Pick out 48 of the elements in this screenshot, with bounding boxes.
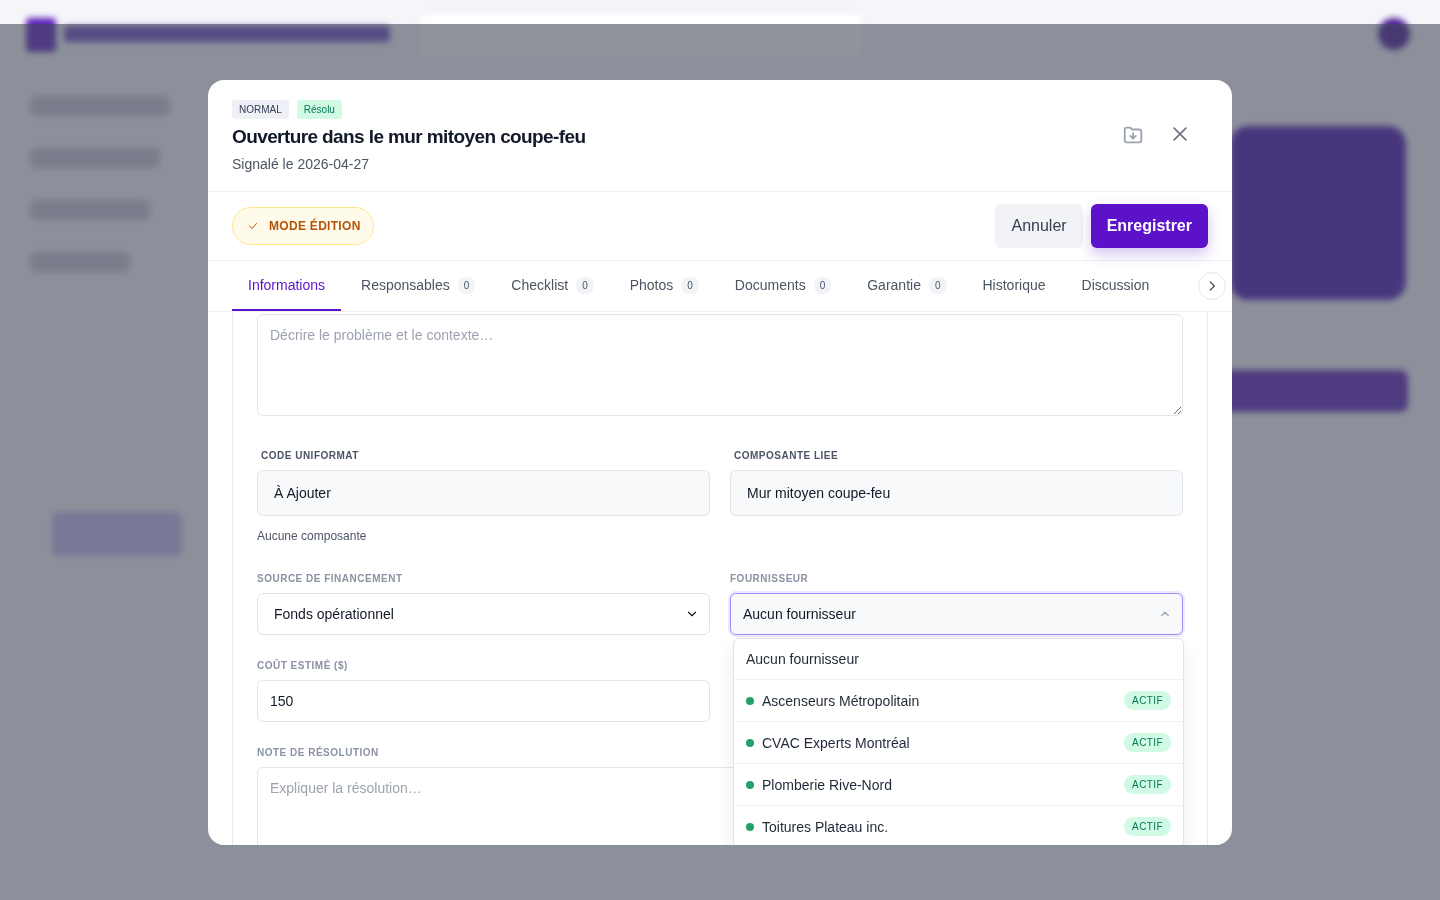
scroll-tabs-button[interactable] [1198, 272, 1226, 300]
tab[interactable]: Historique [966, 261, 1062, 311]
priority-badge: NORMAL [232, 100, 289, 119]
field-label: COMPOSANTE LIEE [734, 450, 839, 461]
dialog-title: Ouverture dans le mur mitoyen coupe-feu [232, 126, 586, 148]
status-badge: ACTIF [1124, 691, 1171, 710]
count-badge: 0 [928, 276, 947, 294]
count-badge: 0 [813, 276, 832, 294]
field-label: CODE UNIFORMAT [261, 450, 359, 461]
field-label: COÛT ESTIMÉ ($) [257, 660, 348, 671]
field-label: SOURCE DE FINANCEMENT [257, 573, 403, 584]
close-button[interactable] [1170, 124, 1190, 144]
cost-field[interactable]: 150 [257, 680, 710, 722]
folder-download-icon [1122, 124, 1144, 146]
tab[interactable]: Checklist 0 [495, 261, 610, 311]
component-field[interactable]: Mur mitoyen coupe-feu [730, 470, 1183, 516]
supplier-select[interactable]: Aucun fournisseur [730, 593, 1183, 635]
uniformat-field[interactable]: À Ajouter [257, 470, 710, 516]
status-badge: Résolu [296, 100, 342, 119]
tab[interactable]: Responsables 0 [345, 261, 492, 311]
cancel-button[interactable]: Annuler [995, 204, 1083, 248]
close-icon [1170, 124, 1190, 144]
status-badge: ACTIF [1124, 817, 1171, 836]
dropdown-option[interactable]: Plomberie Rive-Nord ACTIF [734, 763, 1183, 805]
count-badge: 0 [576, 276, 594, 294]
count-badge: 0 [457, 276, 476, 294]
dropdown-option[interactable]: Toitures Plateau inc. ACTIF [734, 805, 1183, 845]
field-label: FOURNISSEUR [730, 573, 809, 584]
funding-select[interactable]: Fonds opérationnel [257, 593, 710, 635]
field-label: NOTE DE RÉSOLUTION [257, 747, 379, 758]
tab[interactable]: Informations [232, 261, 342, 311]
check-icon [247, 220, 259, 232]
tab[interactable]: Documents 0 [718, 261, 848, 311]
download-button[interactable] [1122, 124, 1144, 146]
dropdown-option[interactable]: CVAC Experts Montréal ACTIF [734, 721, 1183, 763]
tab[interactable]: Garantie 0 [851, 261, 963, 311]
help-text: Aucune composante [257, 529, 367, 543]
tab[interactable]: Photos 0 [613, 261, 715, 311]
edit-mode-badge: MODE ÉDITION [232, 207, 374, 245]
dropdown-option[interactable]: Aucun fournisseur [734, 639, 1183, 679]
tab[interactable]: Discussion [1065, 261, 1166, 311]
count-badge: 0 [681, 276, 699, 294]
save-button[interactable]: Enregistrer [1090, 204, 1208, 248]
status-badge: ACTIF [1124, 733, 1171, 752]
report-date: Signalé le 2026-04-27 [232, 156, 370, 172]
status-badge: ACTIF [1124, 775, 1171, 794]
dropdown-option[interactable]: Ascenseurs Métropolitain ACTIF [734, 679, 1183, 721]
description-field[interactable]: Décrire le problème et le contexte… [257, 314, 1183, 416]
